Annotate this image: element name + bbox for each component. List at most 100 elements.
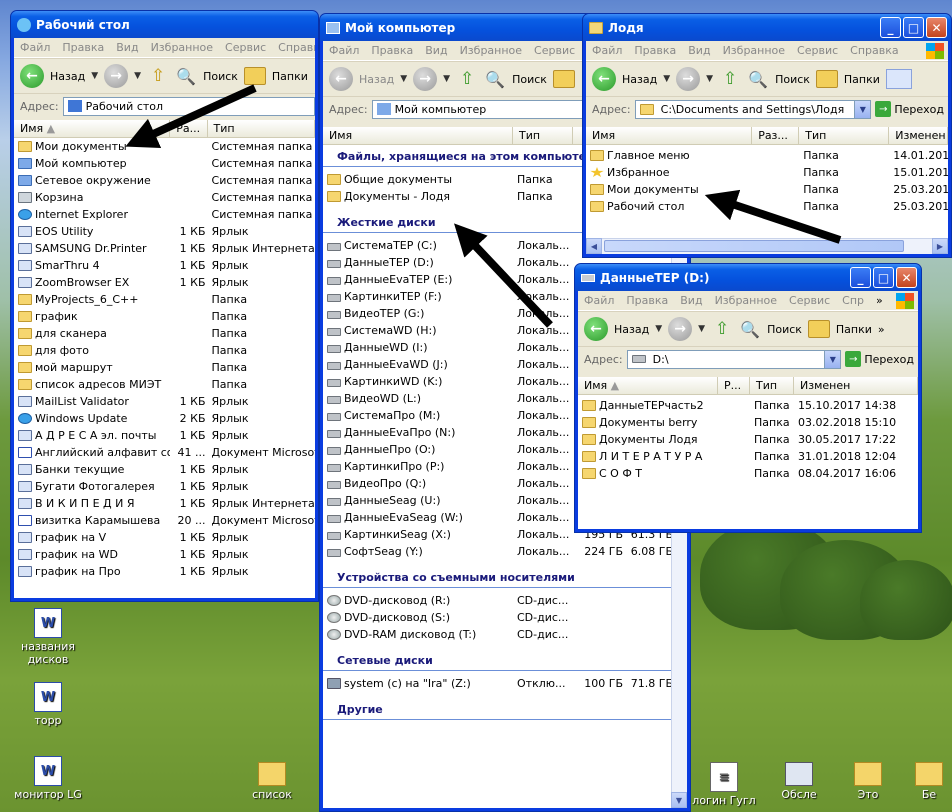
list-item[interactable]: SAMSUNG Dr.Printer 1 КБ Ярлык Интернета [14,240,315,257]
desktop-icon-shortcut[interactable]: Обсле [764,762,834,801]
back-dropdown-icon[interactable]: ▼ [663,74,670,84]
drive-d-window[interactable]: ДанныеTEP (D:) _ □ ✕ Файл Правка Вид Избранно… [574,263,922,533]
file-list[interactable]: Имя Раз... Тип Изменен Главное меню Папка… [586,127,948,254]
menu-view[interactable]: Вид [680,294,702,307]
chevron-down-icon[interactable]: ▼ [854,100,871,118]
menu-edit[interactable]: Правка [62,41,104,54]
folders-button[interactable]: Папки [272,70,308,83]
close-button[interactable]: ✕ [926,17,947,38]
col-size-header[interactable]: Раз... [752,127,800,144]
forward-dropdown-icon[interactable]: ▼ [698,324,705,334]
address-input[interactable]: Рабочий стол [62,96,315,116]
list-item[interactable]: Мои документы Папка 25.03.2018 [586,181,948,198]
window-titlebar[interactable]: ДанныеTEP (D:) _ □ ✕ [575,264,921,291]
list-item[interactable]: график на Про 1 КБ Ярлык [14,563,315,580]
list-item[interactable]: мой маршрут Папка [14,359,315,376]
minimize-button[interactable]: _ [850,267,871,288]
list-item[interactable]: для сканера Папка [14,325,315,342]
col-size-header[interactable]: Р... [718,377,750,394]
go-button[interactable]: → Переход [875,101,948,117]
menu-file[interactable]: Файл [20,41,50,54]
forward-dropdown-icon[interactable]: ▼ [134,71,141,81]
menu-favorites[interactable]: Избранное [460,44,522,57]
list-item[interactable]: список адресов МИЭТ Папка [14,376,315,393]
list-item[interactable]: ДанныеTEPчасть2 Папка 15.10.2017 14:38 [578,397,918,414]
menu-help[interactable]: Справка [850,44,898,57]
list-item[interactable]: Мои документы Системная папка [14,138,315,155]
folders-button[interactable]: Папки [836,323,872,336]
back-arrow-icon[interactable]: ← [592,67,616,91]
list-item[interactable]: Главное меню Папка 14.01.2016 [586,147,948,164]
col-type-header[interactable]: Тип [513,127,573,144]
folders-icon[interactable] [243,67,266,85]
menu-help[interactable]: Справка [278,41,315,54]
back-button[interactable]: Назад [622,73,657,86]
list-item[interactable]: Internet Explorer Системная папка [14,206,315,223]
list-item[interactable]: EOS Utility 1 КБ Ярлык [14,223,315,240]
folder-up-icon[interactable]: ⇧ [711,318,733,340]
list-item[interactable]: для фото Папка [14,342,315,359]
forward-arrow-icon[interactable]: → [413,67,438,91]
list-item[interactable]: Сетевое окружение Системная папка [14,172,315,189]
desktop-icon-word[interactable]: W монитор LG [8,756,88,801]
maximize-button[interactable]: □ [873,267,894,288]
search-button[interactable]: Поиск [512,73,547,86]
list-item[interactable]: system (c) на "Ira" (Z:) Отклю... 100 ГБ… [323,675,687,692]
list-item[interactable]: В И К И П Е Д И Я 1 КБ Ярлык Интернета [14,495,315,512]
list-item[interactable]: Л И Т Е Р А Т У Р А Папка 31.01.2018 12:04 [578,448,918,465]
scroll-right-icon[interactable]: ▶ [932,238,948,254]
menu-view[interactable]: Вид [116,41,138,54]
back-button[interactable]: Назад [614,323,649,336]
list-item[interactable]: С О Ф Т Папка 08.04.2017 16:06 [578,465,918,482]
folder-up-icon[interactable]: ⇧ [147,65,169,87]
list-item[interactable]: СофтSeag (Y:) Локаль... 224 ГБ 6.08 ГБ [323,543,687,560]
minimize-button[interactable]: _ [880,17,901,38]
scroll-thumb[interactable] [604,240,904,252]
folders-icon[interactable] [807,320,830,338]
list-item[interactable]: Рабочий стол Папка 25.03.2018 [586,198,948,215]
list-item[interactable]: Избранное Папка 15.01.2016 [586,164,948,181]
list-item[interactable]: DVD-дисковод (S:) CD-дис... [323,609,687,626]
back-arrow-icon[interactable]: ← [20,64,44,88]
back-dropdown-icon[interactable]: ▼ [91,71,98,81]
list-item[interactable]: график на V 1 КБ Ярлык [14,529,315,546]
col-modified-header[interactable]: Изменен [794,377,918,394]
list-item[interactable]: DVD-RAM дисковод (T:) CD-дис... [323,626,687,643]
search-button[interactable]: Поиск [203,70,238,83]
col-type-header[interactable]: Тип [750,377,794,394]
menu-tools[interactable]: Сервис [789,294,830,307]
forward-dropdown-icon[interactable]: ▼ [706,74,713,84]
file-list[interactable]: Имя ▲ Ра... Тип Мои документы Системная п… [14,120,315,598]
desktop-icon-folder[interactable]: Бе [906,762,952,801]
menu-tools[interactable]: Сервис [225,41,266,54]
horizontal-scrollbar[interactable]: ◀ ▶ [586,238,948,254]
address-input[interactable]: D:\ ▼ [626,349,842,369]
list-item[interactable]: ZoomBrowser EX 1 КБ Ярлык [14,274,315,291]
list-item[interactable]: Английский алфавит сокр 41 ... Документ Mi… [14,444,315,461]
list-item[interactable]: Бугати Фотогалерея 1 КБ Ярлык [14,478,315,495]
folders-icon[interactable] [552,70,575,88]
menu-view[interactable]: Вид [688,44,710,57]
list-item[interactable]: визитка Карамышева 20 ... Документ Microso… [14,512,315,529]
folder-up-icon[interactable]: ⇧ [719,68,741,90]
list-item[interactable]: А Д Р Е С А эл. почты 1 КБ Ярлык [14,427,315,444]
window-titlebar[interactable]: Лодя _ □ ✕ [583,14,951,41]
scroll-down-icon[interactable]: ▼ [671,792,687,808]
menu-help[interactable]: Спр [842,294,864,307]
search-icon[interactable]: 🔍 [747,68,769,90]
menu-favorites[interactable]: Избранное [151,41,213,54]
col-name-header[interactable]: Имя [323,127,513,144]
list-item[interactable]: Windows Update 2 КБ Ярлык [14,410,315,427]
col-name-header[interactable]: Имя ▲ [578,377,718,394]
menu-tools[interactable]: Сервис [534,44,575,57]
search-icon[interactable]: 🔍 [739,318,761,340]
chevron-down-icon[interactable]: ▼ [824,350,841,368]
window-titlebar[interactable]: Рабочий стол [11,11,318,38]
col-type-header[interactable]: Тип [799,127,890,144]
desktop-icon-word[interactable]: W названия дисков [8,608,88,666]
list-item[interactable]: Корзина Системная папка [14,189,315,206]
menu-edit[interactable]: Правка [371,44,413,57]
forward-arrow-icon[interactable]: → [668,317,693,341]
forward-dropdown-icon[interactable]: ▼ [443,74,450,84]
col-type-header[interactable]: Тип [208,120,315,137]
